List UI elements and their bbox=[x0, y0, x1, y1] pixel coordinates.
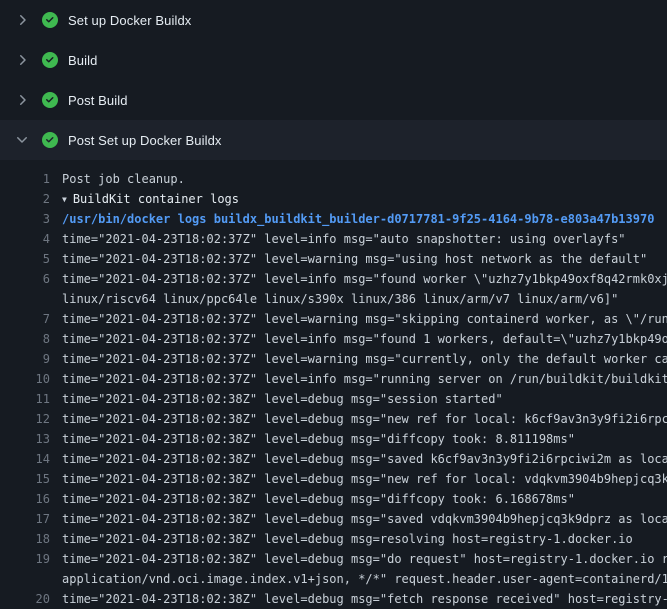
log-line: 18 time="2021-04-23T18:02:38Z" level=debu… bbox=[0, 529, 667, 549]
log-text: application/vnd.oci.image.index.v1+json,… bbox=[62, 569, 667, 589]
actions-log-viewer: { "theme": { "background": "#161b22", "e… bbox=[0, 0, 667, 600]
log-text: time="2021-04-23T18:02:37Z" level=warnin… bbox=[62, 349, 667, 369]
log-line: 14 time="2021-04-23T18:02:38Z" level=debu… bbox=[0, 449, 667, 469]
log-line: 8 time="2021-04-23T18:02:37Z" level=info … bbox=[0, 329, 667, 349]
line-number[interactable]: 13 bbox=[0, 429, 50, 449]
line-number[interactable]: 16 bbox=[0, 489, 50, 509]
line-number[interactable]: 6 bbox=[0, 269, 50, 289]
log-text: Post job cleanup. bbox=[62, 169, 185, 189]
log-text: time="2021-04-23T18:02:38Z" level=debug … bbox=[62, 449, 667, 469]
log-line: 15 time="2021-04-23T18:02:38Z" level=debu… bbox=[0, 469, 667, 489]
line-number bbox=[0, 569, 50, 589]
log-text: time="2021-04-23T18:02:38Z" level=debug … bbox=[62, 549, 667, 569]
success-check-icon bbox=[42, 52, 58, 68]
log-text: time="2021-04-23T18:02:38Z" level=debug … bbox=[62, 589, 667, 609]
log-text: ▼BuildKit container logs bbox=[62, 189, 239, 209]
line-number[interactable]: 20 bbox=[0, 589, 50, 609]
log-text: time="2021-04-23T18:02:37Z" level=info m… bbox=[62, 329, 667, 349]
success-check-icon bbox=[42, 132, 58, 148]
chevron-right-icon[interactable] bbox=[14, 52, 30, 68]
line-number[interactable]: 14 bbox=[0, 449, 50, 469]
line-number[interactable]: 11 bbox=[0, 389, 50, 409]
log-line: 10 time="2021-04-23T18:02:37Z" level=info… bbox=[0, 369, 667, 389]
log-text: time="2021-04-23T18:02:38Z" level=debug … bbox=[62, 469, 667, 489]
line-number[interactable]: 9 bbox=[0, 349, 50, 369]
log-line: 3/usr/bin/docker logs buildx_buildkit_bu… bbox=[0, 209, 667, 229]
log-text: time="2021-04-23T18:02:38Z" level=debug … bbox=[62, 409, 667, 429]
log-command-text: /usr/bin/docker logs buildx_buildkit_bui… bbox=[62, 209, 654, 229]
line-number[interactable]: 8 bbox=[0, 329, 50, 349]
log-line: 4 time="2021-04-23T18:02:37Z" level=info … bbox=[0, 229, 667, 249]
line-number[interactable]: 2 bbox=[0, 189, 50, 209]
log-line: 11 time="2021-04-23T18:02:38Z" level=debu… bbox=[0, 389, 667, 409]
success-check-icon bbox=[42, 92, 58, 108]
chevron-down-icon[interactable] bbox=[14, 132, 30, 148]
chevron-right-icon[interactable] bbox=[14, 92, 30, 108]
log-line: 13 time="2021-04-23T18:02:38Z" level=debu… bbox=[0, 429, 667, 449]
step-header-set-up-docker-buildx[interactable]: Set up Docker Buildx bbox=[0, 0, 667, 40]
line-number[interactable]: 18 bbox=[0, 529, 50, 549]
log-lines: 1 Post job cleanup. 2 ▼BuildKit container l… bbox=[0, 160, 667, 609]
log-text: time="2021-04-23T18:02:37Z" level=info m… bbox=[62, 369, 667, 389]
line-number[interactable]: 19 bbox=[0, 549, 50, 569]
log-line: 12 time="2021-04-23T18:02:38Z" level=debu… bbox=[0, 409, 667, 429]
chevron-right-icon[interactable] bbox=[14, 12, 30, 28]
log-line: 17 time="2021-04-23T18:02:38Z" level=debu… bbox=[0, 509, 667, 529]
log-text: time="2021-04-23T18:02:38Z" level=debug … bbox=[62, 489, 575, 509]
log-line: 20 time="2021-04-23T18:02:38Z" level=debu… bbox=[0, 589, 667, 609]
success-check-icon bbox=[42, 12, 58, 28]
log-text: time="2021-04-23T18:02:37Z" level=warnin… bbox=[62, 309, 667, 329]
log-line: 1 Post job cleanup. bbox=[0, 169, 667, 189]
step-title: Post Build bbox=[68, 93, 128, 108]
step-title: Build bbox=[68, 53, 97, 68]
log-line-continuation: linux/riscv64 linux/ppc64le linux/s390x … bbox=[0, 289, 667, 309]
log-line: 19 time="2021-04-23T18:02:38Z" level=debu… bbox=[0, 549, 667, 569]
step-header-build[interactable]: Build bbox=[0, 40, 667, 80]
log-text: time="2021-04-23T18:02:38Z" level=debug … bbox=[62, 529, 633, 549]
log-text: time="2021-04-23T18:02:37Z" level=warnin… bbox=[62, 249, 647, 269]
line-number[interactable]: 15 bbox=[0, 469, 50, 489]
log-text: time="2021-04-23T18:02:37Z" level=info m… bbox=[62, 229, 626, 249]
log-line: 6 time="2021-04-23T18:02:37Z" level=info … bbox=[0, 269, 667, 289]
line-number[interactable]: 10 bbox=[0, 369, 50, 389]
line-number bbox=[0, 289, 50, 309]
line-number[interactable]: 4 bbox=[0, 229, 50, 249]
steps-list: Set up Docker Buildx Build Post Build Post … bbox=[0, 0, 667, 160]
log-line: 7 time="2021-04-23T18:02:37Z" level=warni… bbox=[0, 309, 667, 329]
line-number[interactable]: 17 bbox=[0, 509, 50, 529]
line-number[interactable]: 1 bbox=[0, 169, 50, 189]
step-title: Set up Docker Buildx bbox=[68, 13, 191, 28]
log-line: 9 time="2021-04-23T18:02:37Z" level=warni… bbox=[0, 349, 667, 369]
log-text: time="2021-04-23T18:02:38Z" level=debug … bbox=[62, 429, 575, 449]
log-text: time="2021-04-23T18:02:38Z" level=debug … bbox=[62, 389, 503, 409]
log-text: time="2021-04-23T18:02:38Z" level=debug … bbox=[62, 509, 667, 529]
step-title: Post Set up Docker Buildx bbox=[68, 133, 222, 148]
log-line: 16 time="2021-04-23T18:02:38Z" level=debu… bbox=[0, 489, 667, 509]
line-number[interactable]: 7 bbox=[0, 309, 50, 329]
line-number[interactable]: 12 bbox=[0, 409, 50, 429]
log-line-continuation: application/vnd.oci.image.index.v1+json,… bbox=[0, 569, 667, 589]
line-number[interactable]: 5 bbox=[0, 249, 50, 269]
log-text: linux/riscv64 linux/ppc64le linux/s390x … bbox=[62, 289, 618, 309]
group-expanded-twistie-icon[interactable]: ▼ bbox=[62, 190, 67, 209]
step-header-post-build[interactable]: Post Build bbox=[0, 80, 667, 120]
step-header-post-set-up-docker-buildx[interactable]: Post Set up Docker Buildx bbox=[0, 120, 667, 160]
log-line[interactable]: 2 ▼BuildKit container logs bbox=[0, 189, 667, 209]
line-number[interactable]: 3 bbox=[0, 209, 50, 229]
log-line: 5 time="2021-04-23T18:02:37Z" level=warni… bbox=[0, 249, 667, 269]
log-text: time="2021-04-23T18:02:37Z" level=info m… bbox=[62, 269, 667, 289]
